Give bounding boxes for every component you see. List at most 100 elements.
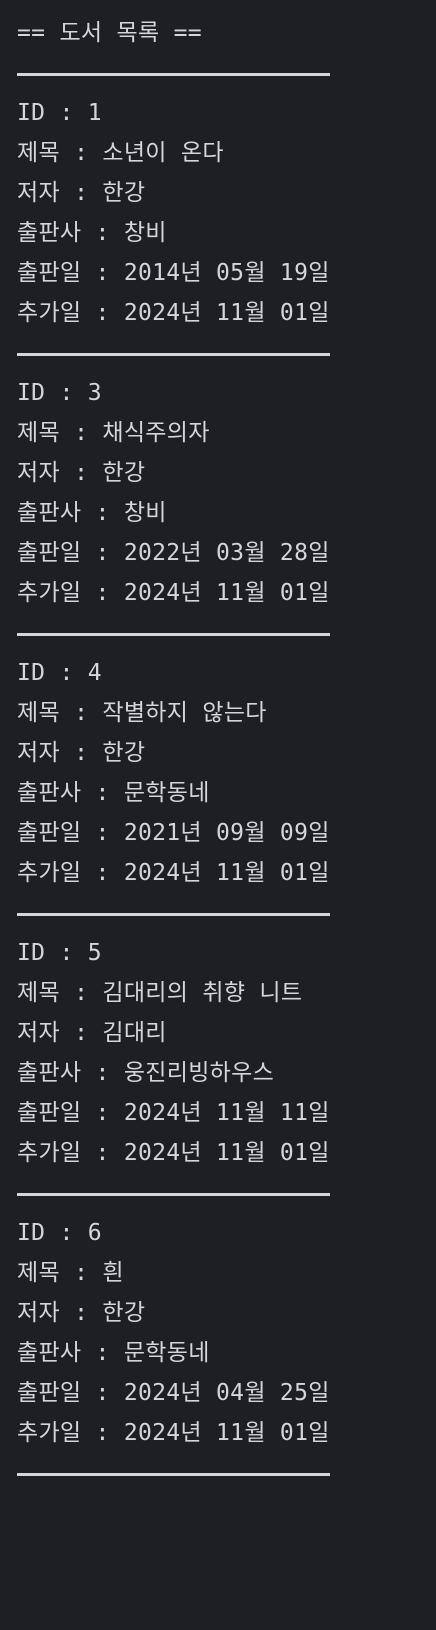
book-author-label: 저자 : <box>17 1300 103 1326</box>
book-publisher: 창비 <box>123 500 167 526</box>
book-publisher-label: 출판사 : <box>17 1340 124 1366</box>
book-title: 작별하지 않는다 <box>102 700 267 726</box>
book-added-date-line: 추가일 : 2024년 11월 01일 <box>17 1416 436 1456</box>
book-published-date-line: 출판일 : 2024년 04월 25일 <box>17 1376 436 1416</box>
book-publisher-line: 출판사 : 창비 <box>17 216 436 256</box>
book-publisher-label: 출판사 : <box>17 780 124 806</box>
book-publisher-line: 출판사 : 창비 <box>17 496 436 536</box>
book-publisher-line: 출판사 : 웅진리빙하우스 <box>17 1056 436 1096</box>
book-added-date: 2024년 11월 01일 <box>123 1140 330 1166</box>
book-publisher-label: 출판사 : <box>17 500 124 526</box>
book-published-date-line: 출판일 : 2024년 11월 11일 <box>17 1096 436 1136</box>
book-added-date: 2024년 11월 01일 <box>123 860 330 886</box>
separator <box>17 1176 436 1216</box>
book-title-label: 제목 : <box>17 420 103 446</box>
book-title: 김대리의 취향 니트 <box>102 980 303 1006</box>
book-publisher: 문학동네 <box>123 1340 210 1366</box>
book-id-label: ID : <box>17 660 88 686</box>
book-title-line: 제목 : 소년이 온다 <box>17 136 436 176</box>
book-title-label: 제목 : <box>17 980 103 1006</box>
separator <box>17 616 436 656</box>
book-author-line: 저자 : 한강 <box>17 1296 436 1336</box>
book-added-date-line: 추가일 : 2024년 11월 01일 <box>17 856 436 896</box>
book-published-date: 2021년 09월 09일 <box>123 820 330 846</box>
book-title-line: 제목 : 흰 <box>17 1256 436 1296</box>
book-added-date-line: 추가일 : 2024년 11월 01일 <box>17 296 436 336</box>
book-id: 6 <box>87 1220 102 1246</box>
separator <box>17 896 436 936</box>
book-title-label: 제목 : <box>17 700 103 726</box>
book-title: 채식주의자 <box>102 420 210 446</box>
book-id-line: ID : 6 <box>17 1216 436 1256</box>
book-id-label: ID : <box>17 940 88 966</box>
book-published-date-label: 출판일 : <box>17 820 124 846</box>
book-publisher-line: 출판사 : 문학동네 <box>17 776 436 816</box>
book-published-date-label: 출판일 : <box>17 540 124 566</box>
book-author: 김대리 <box>102 1020 167 1046</box>
book-id: 4 <box>87 660 102 686</box>
separator-bar <box>17 913 330 916</box>
book-id: 5 <box>87 940 102 966</box>
book-published-date: 2024년 11월 11일 <box>123 1100 330 1126</box>
book-added-date-line: 추가일 : 2024년 11월 01일 <box>17 1136 436 1176</box>
list-header: == 도서 목록 == <box>17 20 202 46</box>
book-record: ID : 3 제목 : 채식주의자 저자 : 한강 출판사 : 창비 출판일 : 202… <box>17 376 436 656</box>
book-id-line: ID : 5 <box>17 936 436 976</box>
book-author: 한강 <box>102 180 146 206</box>
book-added-date-label: 추가일 : <box>17 300 124 326</box>
book-author-line: 저자 : 김대리 <box>17 1016 436 1056</box>
book-id-label: ID : <box>17 1220 88 1246</box>
book-record: ID : 4 제목 : 작별하지 않는다 저자 : 한강 출판사 : 문학동네 출판일 … <box>17 656 436 936</box>
book-id-line: ID : 3 <box>17 376 436 416</box>
book-added-date-label: 추가일 : <box>17 580 124 606</box>
book-id: 1 <box>87 100 102 126</box>
book-published-date-label: 출판일 : <box>17 1100 124 1126</box>
book-id-label: ID : <box>17 100 88 126</box>
book-published-date-label: 출판일 : <box>17 260 124 286</box>
book-title-line: 제목 : 채식주의자 <box>17 416 436 456</box>
separator <box>17 56 436 96</box>
book-publisher-label: 출판사 : <box>17 1060 124 1086</box>
book-added-date-label: 추가일 : <box>17 860 124 886</box>
book-author-line: 저자 : 한강 <box>17 176 436 216</box>
book-author-line: 저자 : 한강 <box>17 456 436 496</box>
book-author: 한강 <box>102 1300 146 1326</box>
book-added-date: 2024년 11월 01일 <box>123 580 330 606</box>
book-published-date-line: 출판일 : 2022년 03월 28일 <box>17 536 436 576</box>
book-added-date-label: 추가일 : <box>17 1140 124 1166</box>
book-title-line: 제목 : 작별하지 않는다 <box>17 696 436 736</box>
book-title: 소년이 온다 <box>102 140 224 166</box>
book-title-label: 제목 : <box>17 1260 103 1286</box>
book-published-date: 2014년 05월 19일 <box>123 260 330 286</box>
book-id-line: ID : 1 <box>17 96 436 136</box>
book-author-label: 저자 : <box>17 180 103 206</box>
separator <box>17 1456 436 1496</box>
book-publisher: 웅진리빙하우스 <box>123 1060 275 1086</box>
book-published-date-line: 출판일 : 2014년 05월 19일 <box>17 256 436 296</box>
book-published-date: 2024년 04월 25일 <box>123 1380 330 1406</box>
separator-bar <box>17 73 330 76</box>
book-published-date: 2022년 03월 28일 <box>123 540 330 566</box>
book-added-date: 2024년 11월 01일 <box>123 1420 330 1446</box>
separator-bar <box>17 1473 330 1476</box>
book-author-line: 저자 : 한강 <box>17 736 436 776</box>
book-added-date-label: 추가일 : <box>17 1420 124 1446</box>
separator-bar <box>17 633 330 636</box>
book-published-date-line: 출판일 : 2021년 09월 09일 <box>17 816 436 856</box>
book-id: 3 <box>87 380 102 406</box>
book-added-date-line: 추가일 : 2024년 11월 01일 <box>17 576 436 616</box>
separator-bar <box>17 1193 330 1196</box>
book-id-line: ID : 4 <box>17 656 436 696</box>
book-added-date: 2024년 11월 01일 <box>123 300 330 326</box>
book-publisher: 문학동네 <box>123 780 210 806</box>
book-published-date-label: 출판일 : <box>17 1380 124 1406</box>
book-publisher-line: 출판사 : 문학동네 <box>17 1336 436 1376</box>
book-id-label: ID : <box>17 380 88 406</box>
separator-bar <box>17 353 330 356</box>
book-record: ID : 1 제목 : 소년이 온다 저자 : 한강 출판사 : 창비 출판일 : 20… <box>17 96 436 376</box>
book-publisher: 창비 <box>123 220 167 246</box>
book-list: ID : 1 제목 : 소년이 온다 저자 : 한강 출판사 : 창비 출판일 : 20… <box>17 96 436 1496</box>
book-author-label: 저자 : <box>17 1020 103 1046</box>
book-publisher-label: 출판사 : <box>17 220 124 246</box>
book-title-label: 제목 : <box>17 140 103 166</box>
